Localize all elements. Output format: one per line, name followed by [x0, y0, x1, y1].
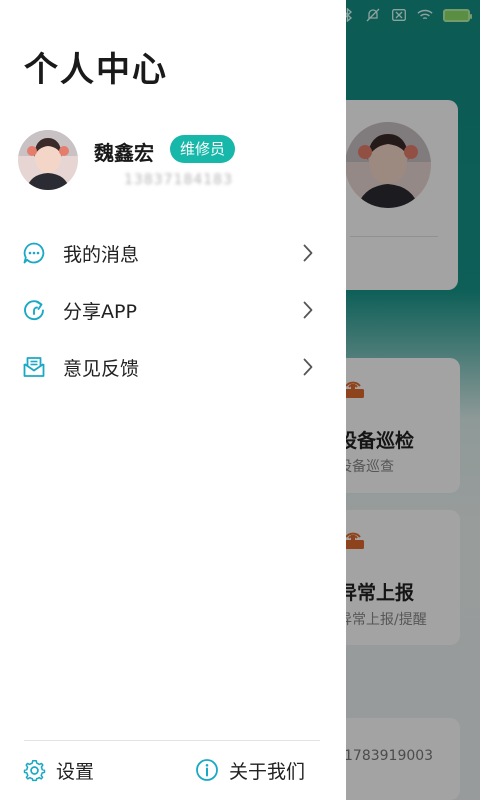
gear-icon	[22, 758, 46, 782]
menu-label: 分享APP	[63, 300, 137, 323]
footer-divider	[24, 740, 320, 741]
menu-label: 意见反馈	[63, 357, 140, 380]
avatar[interactable]	[18, 130, 78, 190]
menu-item-messages[interactable]: 我的消息	[0, 228, 346, 278]
navigation-drawer: 个人中心 魏鑫宏 维修员 13837184183 我的消息 分享APP 意见反馈…	[0, 0, 346, 800]
role-badge: 维修员	[170, 135, 236, 163]
about-us-button[interactable]: 关于我们	[195, 752, 305, 788]
chevron-right-icon	[300, 243, 316, 263]
settings-label: 设置	[56, 760, 95, 783]
chevron-right-icon	[300, 357, 316, 377]
menu-item-feedback[interactable]: 意见反馈	[0, 342, 346, 392]
share-icon	[21, 297, 47, 323]
settings-button[interactable]: 设置	[22, 752, 94, 788]
user-phone: 13837184183	[124, 172, 233, 188]
menu-item-share[interactable]: 分享APP	[0, 285, 346, 335]
chevron-right-icon	[300, 300, 316, 320]
feedback-icon	[21, 354, 47, 380]
user-name: 魏鑫宏	[94, 141, 154, 165]
menu-label: 我的消息	[63, 243, 140, 266]
about-us-label: 关于我们	[229, 760, 306, 783]
message-icon	[21, 240, 47, 266]
info-icon	[195, 758, 219, 782]
page-title: 个人中心	[24, 50, 168, 90]
